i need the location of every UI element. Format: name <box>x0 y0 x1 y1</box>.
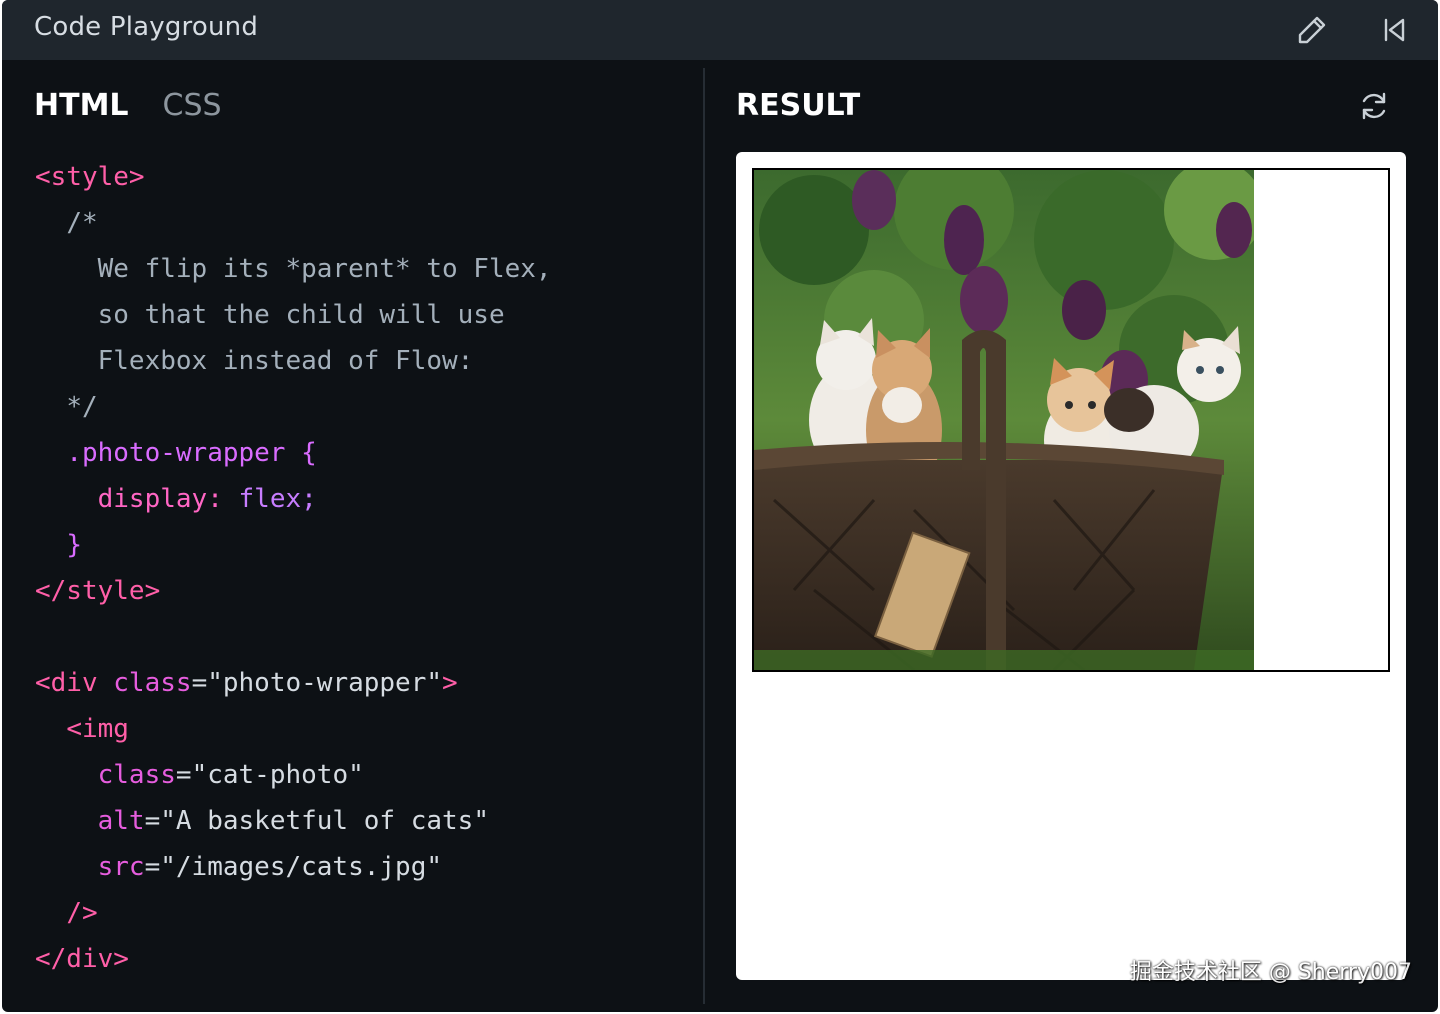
code-token: Flexbox instead of Flow: <box>97 346 474 376</box>
code-token: src <box>97 852 145 882</box>
code-token: display: <box>97 484 223 514</box>
result-preview <box>736 152 1406 980</box>
code-line: } <box>35 522 552 568</box>
code-token: class <box>97 760 176 790</box>
code-token: > <box>442 668 458 698</box>
pencil-icon <box>1298 16 1326 44</box>
code-line: </div> <box>35 936 552 982</box>
code-token: = <box>144 852 161 882</box>
result-heading: RESULT <box>736 88 861 123</box>
code-token: class <box>113 668 192 698</box>
code-line: class="cat-photo" <box>35 752 552 798</box>
refresh-button[interactable] <box>1354 86 1394 126</box>
tab-html[interactable]: HTML <box>34 88 129 124</box>
code-token: { <box>301 438 317 468</box>
reset-button[interactable] <box>1376 12 1412 48</box>
code-line: <style> <box>35 154 552 200</box>
code-token: = <box>191 668 208 698</box>
photo-wrapper <box>752 168 1390 672</box>
code-token: flex; <box>238 484 317 514</box>
code-token: <style> <box>35 162 145 192</box>
code-token: /> <box>66 898 98 928</box>
code-line: </style> <box>35 568 552 614</box>
code-token: so that the child will use <box>97 300 505 330</box>
code-token: "cat-photo" <box>191 760 364 790</box>
code-line: We flip its *parent* to Flex, <box>35 246 552 292</box>
refresh-icon <box>1362 92 1386 120</box>
code-line: <div class="photo-wrapper"> <box>35 660 552 706</box>
code-token: } <box>66 530 82 560</box>
skip-back-icon <box>1384 18 1405 42</box>
code-line: /> <box>35 890 552 936</box>
title-bar: Code Playground <box>2 0 1438 60</box>
code-token: "/images/cats.jpg" <box>160 852 443 882</box>
code-token: <img <box>66 714 129 744</box>
edit-button[interactable] <box>1294 12 1330 48</box>
code-line: .photo-wrapper { <box>35 430 552 476</box>
code-line: <img <box>35 706 552 752</box>
code-token: = <box>175 760 192 790</box>
watermark-text: 掘金技术社区 @ Sherry007 <box>1129 960 1412 985</box>
editor-tabs: HTML CSS <box>34 88 222 124</box>
pane-divider[interactable] <box>703 68 705 1004</box>
code-token: /* <box>66 208 98 238</box>
code-token: */ <box>66 392 98 422</box>
code-token: .photo-wrapper <box>66 438 286 468</box>
code-token: </div> <box>35 944 129 974</box>
code-line: so that the child will use <box>35 292 552 338</box>
code-token: We flip its *parent* to Flex, <box>97 254 552 284</box>
code-line: /* <box>35 200 552 246</box>
tab-css[interactable]: CSS <box>163 88 222 124</box>
code-token: </style> <box>35 576 161 606</box>
code-token: alt <box>97 806 145 836</box>
code-token: = <box>144 806 161 836</box>
code-token: "A basketful of cats" <box>160 806 489 836</box>
code-line: display: flex; <box>35 476 552 522</box>
code-editor[interactable]: <style> /* We flip its *parent* to Flex,… <box>35 154 552 982</box>
code-playground-window: Code Playground HTML CSS <style> /* We f… <box>2 0 1438 1012</box>
code-line: src="/images/cats.jpg" <box>35 844 552 890</box>
code-line: Flexbox instead of Flow: <box>35 338 552 384</box>
code-token: "photo-wrapper" <box>207 668 443 698</box>
code-line: alt="A basketful of cats" <box>35 798 552 844</box>
code-token: <div <box>35 668 98 698</box>
cat-photo <box>754 170 1254 670</box>
code-line: */ <box>35 384 552 430</box>
window-title: Code Playground <box>34 12 259 42</box>
